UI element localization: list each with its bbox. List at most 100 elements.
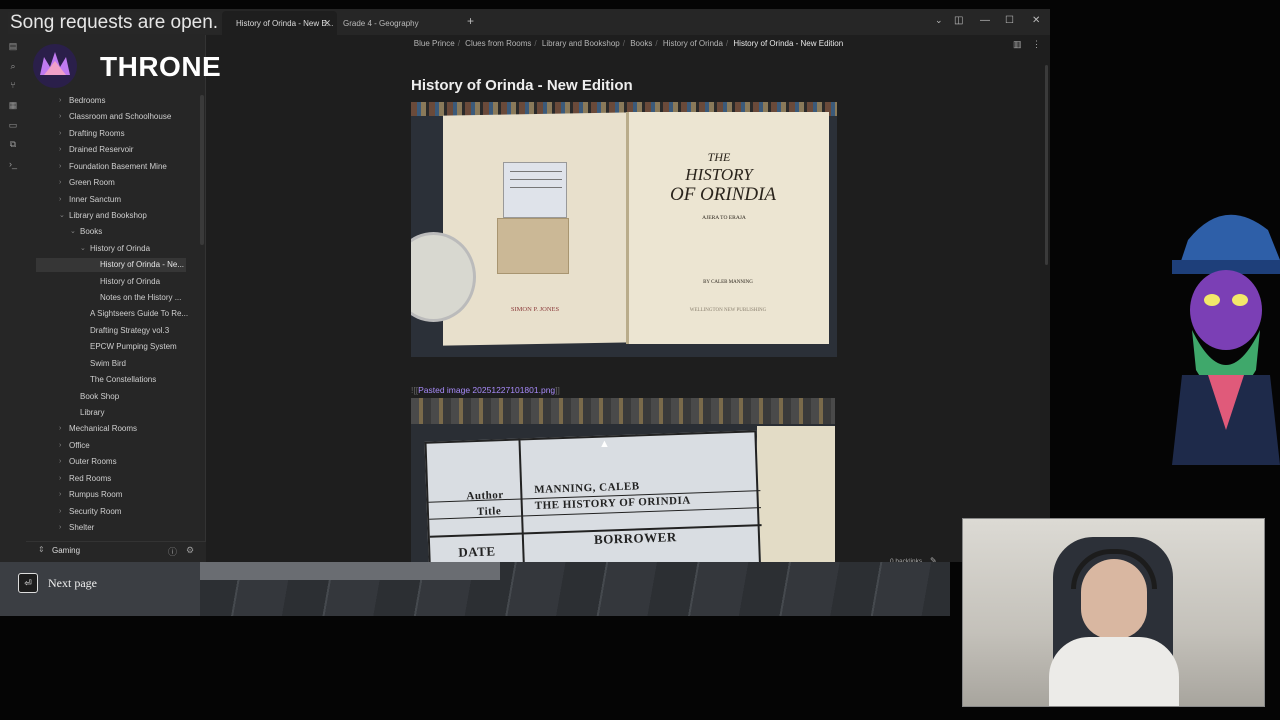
- tree-item-mechanical-rooms[interactable]: Mechanical Rooms: [69, 422, 199, 436]
- chevron-right-icon[interactable]: ›: [59, 505, 61, 519]
- chevron-right-icon[interactable]: ›: [59, 193, 61, 207]
- graph-icon[interactable]: ⑂: [8, 80, 18, 90]
- breadcrumb-item[interactable]: Blue Prince: [414, 39, 455, 48]
- chevron-right-icon[interactable]: ›: [59, 176, 61, 190]
- sidebar-toggle-icon[interactable]: ◫: [954, 15, 963, 26]
- breadcrumb-item[interactable]: Library and Bookshop: [542, 39, 620, 48]
- obsidian-window: History of Orinda - New E... ✕ Grade 4 -…: [0, 9, 1050, 572]
- chevron-right-icon[interactable]: ›: [59, 422, 61, 436]
- chevron-down-icon[interactable]: ⌄: [70, 225, 76, 239]
- tree-item-books[interactable]: Books: [80, 225, 198, 239]
- book-heading-history: HISTORY: [685, 165, 753, 184]
- new-tab-icon[interactable]: +: [467, 14, 474, 28]
- tree-item-constellations[interactable]: The Constellations: [90, 373, 200, 387]
- files-icon[interactable]: ▤: [8, 41, 18, 51]
- gear-icon[interactable]: ⚙: [186, 545, 194, 556]
- tree-item-library-bookshop[interactable]: Library and Bookshop: [69, 209, 199, 223]
- breadcrumb-item[interactable]: History of Orinda: [663, 39, 723, 48]
- vault-chevron-icon: ⇕: [38, 545, 45, 554]
- close-window-icon[interactable]: ✕: [1032, 15, 1040, 26]
- tab-label: History of Orinda - New E...: [236, 18, 334, 28]
- chevron-right-icon[interactable]: ›: [59, 143, 61, 157]
- vault-switcher[interactable]: ⇕ Gaming ⓘ ⚙: [26, 541, 206, 562]
- tree-item-swim-bird[interactable]: Swim Bird: [90, 357, 200, 371]
- tree-item-library[interactable]: Library: [80, 406, 198, 420]
- close-icon[interactable]: ✕: [323, 18, 331, 29]
- library-card-closeup: Author Title MANNING, CALEB THE HISTORY …: [424, 430, 762, 572]
- chevron-down-icon[interactable]: ⌄: [80, 242, 86, 256]
- terminal-icon[interactable]: ›_: [8, 159, 18, 169]
- tree-item-history-new-edition[interactable]: History of Orinda - Ne...: [36, 258, 186, 272]
- next-page-label: Next page: [48, 575, 97, 590]
- card-author-value: MANNING, CALEB: [534, 480, 640, 497]
- shelf-strip: [411, 398, 835, 424]
- tree-item-notes-on-history[interactable]: Notes on the History ...: [100, 291, 200, 305]
- chevron-down-icon[interactable]: ⌄: [935, 15, 943, 26]
- tree-item-outer-rooms[interactable]: Outer Rooms: [69, 455, 199, 469]
- breadcrumb-item[interactable]: Clues from Rooms: [465, 39, 531, 48]
- card-borrower-label: BORROWER: [593, 529, 677, 547]
- tree-item-drafting-strategy[interactable]: Drafting Strategy vol.3: [90, 324, 200, 338]
- person-shirt: [1049, 637, 1179, 706]
- book-author: BY CALEB MANNING: [703, 280, 753, 285]
- ribbon: ▤ ⌕ ⑂ ▦ ▭ ⧉ ›_: [0, 35, 26, 562]
- embed-link-text[interactable]: Pasted image 20251227101801.png: [418, 385, 555, 395]
- chevron-right-icon[interactable]: ›: [59, 110, 61, 124]
- tree-item-inner-sanctum[interactable]: Inner Sanctum: [69, 193, 199, 207]
- chevron-right-icon[interactable]: ›: [59, 127, 61, 141]
- chevron-right-icon[interactable]: ›: [59, 521, 61, 535]
- maximize-icon[interactable]: ☐: [1005, 15, 1014, 26]
- search-icon[interactable]: ⌕: [8, 61, 18, 71]
- breadcrumb: Blue Prince / Clues from Rooms / Library a…: [413, 39, 844, 48]
- song-requests-banner: Song requests are open.: [8, 12, 221, 34]
- tree-item-history-of-orinda[interactable]: History of Orinda: [100, 275, 200, 289]
- card-author-label: Author: [466, 489, 504, 503]
- tree-item-bedrooms[interactable]: Bedrooms: [69, 94, 199, 108]
- chevron-right-icon[interactable]: ›: [59, 439, 61, 453]
- tree-item-history-of-orinda-folder[interactable]: History of Orinda: [90, 242, 198, 256]
- tree-item-classroom[interactable]: Classroom and Schoolhouse: [69, 110, 199, 124]
- more-options-icon[interactable]: ⋮: [1032, 39, 1041, 50]
- stamp-name: SIMON P. JONES: [510, 306, 560, 313]
- breadcrumb-item[interactable]: Books: [630, 39, 652, 48]
- right-paper: [757, 426, 835, 572]
- tree-item-drained-reservoir[interactable]: Drained Reservoir: [69, 143, 199, 157]
- tree-item-drafting-rooms[interactable]: Drafting Rooms: [69, 127, 199, 141]
- chevron-right-icon[interactable]: ›: [59, 160, 61, 174]
- tab-label: Grade 4 - Geography: [343, 18, 419, 28]
- webcam-feed: [962, 518, 1265, 707]
- editor-pane: Blue Prince / Clues from Rooms / Library a…: [207, 35, 1050, 572]
- tree-item-book-shop[interactable]: Book Shop: [80, 390, 198, 404]
- editor-scrollbar[interactable]: [1045, 65, 1048, 265]
- chevron-right-icon[interactable]: ›: [59, 94, 61, 108]
- tab-grade-4-geography[interactable]: Grade 4 - Geography: [337, 11, 457, 35]
- canvas-icon[interactable]: ▦: [8, 100, 18, 110]
- embed-link[interactable]: ![[Pasted image 20251227101801.png]]: [411, 385, 560, 395]
- minimize-icon[interactable]: —: [980, 15, 990, 26]
- book-title-page-image[interactable]: SIMON P. JONES THE HISTORY OF ORINDIA AJ…: [411, 102, 837, 357]
- tab-history-of-orinda[interactable]: History of Orinda - New E... ✕: [222, 11, 337, 35]
- chevron-down-icon[interactable]: ⌄: [59, 209, 65, 223]
- tree-item-foundation[interactable]: Foundation Basement Mine: [69, 160, 199, 174]
- wizard-avatar: [1172, 214, 1280, 465]
- sidebar-scrollbar[interactable]: [200, 95, 204, 245]
- templates-icon[interactable]: ⧉: [8, 139, 18, 149]
- tree-item-sightseers-guide[interactable]: A Sightseers Guide To Re...: [90, 307, 200, 321]
- tree-item-security-room[interactable]: Security Room: [69, 505, 199, 519]
- library-card-image[interactable]: Author Title MANNING, CALEB THE HISTORY …: [411, 398, 835, 572]
- tree-item-office[interactable]: Office: [69, 439, 199, 453]
- tree-item-shelter[interactable]: Shelter: [69, 521, 199, 535]
- chevron-right-icon[interactable]: ›: [59, 455, 61, 469]
- tree-item-rumpus-room[interactable]: Rumpus Room: [69, 488, 199, 502]
- next-page-prompt[interactable]: ⏎ Next page: [18, 573, 97, 593]
- calendar-icon[interactable]: ▭: [8, 120, 18, 130]
- chevron-right-icon[interactable]: ›: [59, 472, 61, 486]
- book-subtitle: AJERA TO ERAJA: [702, 215, 746, 221]
- tree-item-red-rooms[interactable]: Red Rooms: [69, 472, 199, 486]
- chevron-right-icon[interactable]: ›: [59, 488, 61, 502]
- tree-item-epcw-pumping[interactable]: EPCW Pumping System: [90, 340, 200, 354]
- throne-logo: [33, 44, 77, 88]
- reading-view-icon[interactable]: ▥: [1013, 39, 1022, 50]
- tree-item-green-room[interactable]: Green Room: [69, 176, 199, 190]
- help-icon[interactable]: ⓘ: [168, 545, 177, 558]
